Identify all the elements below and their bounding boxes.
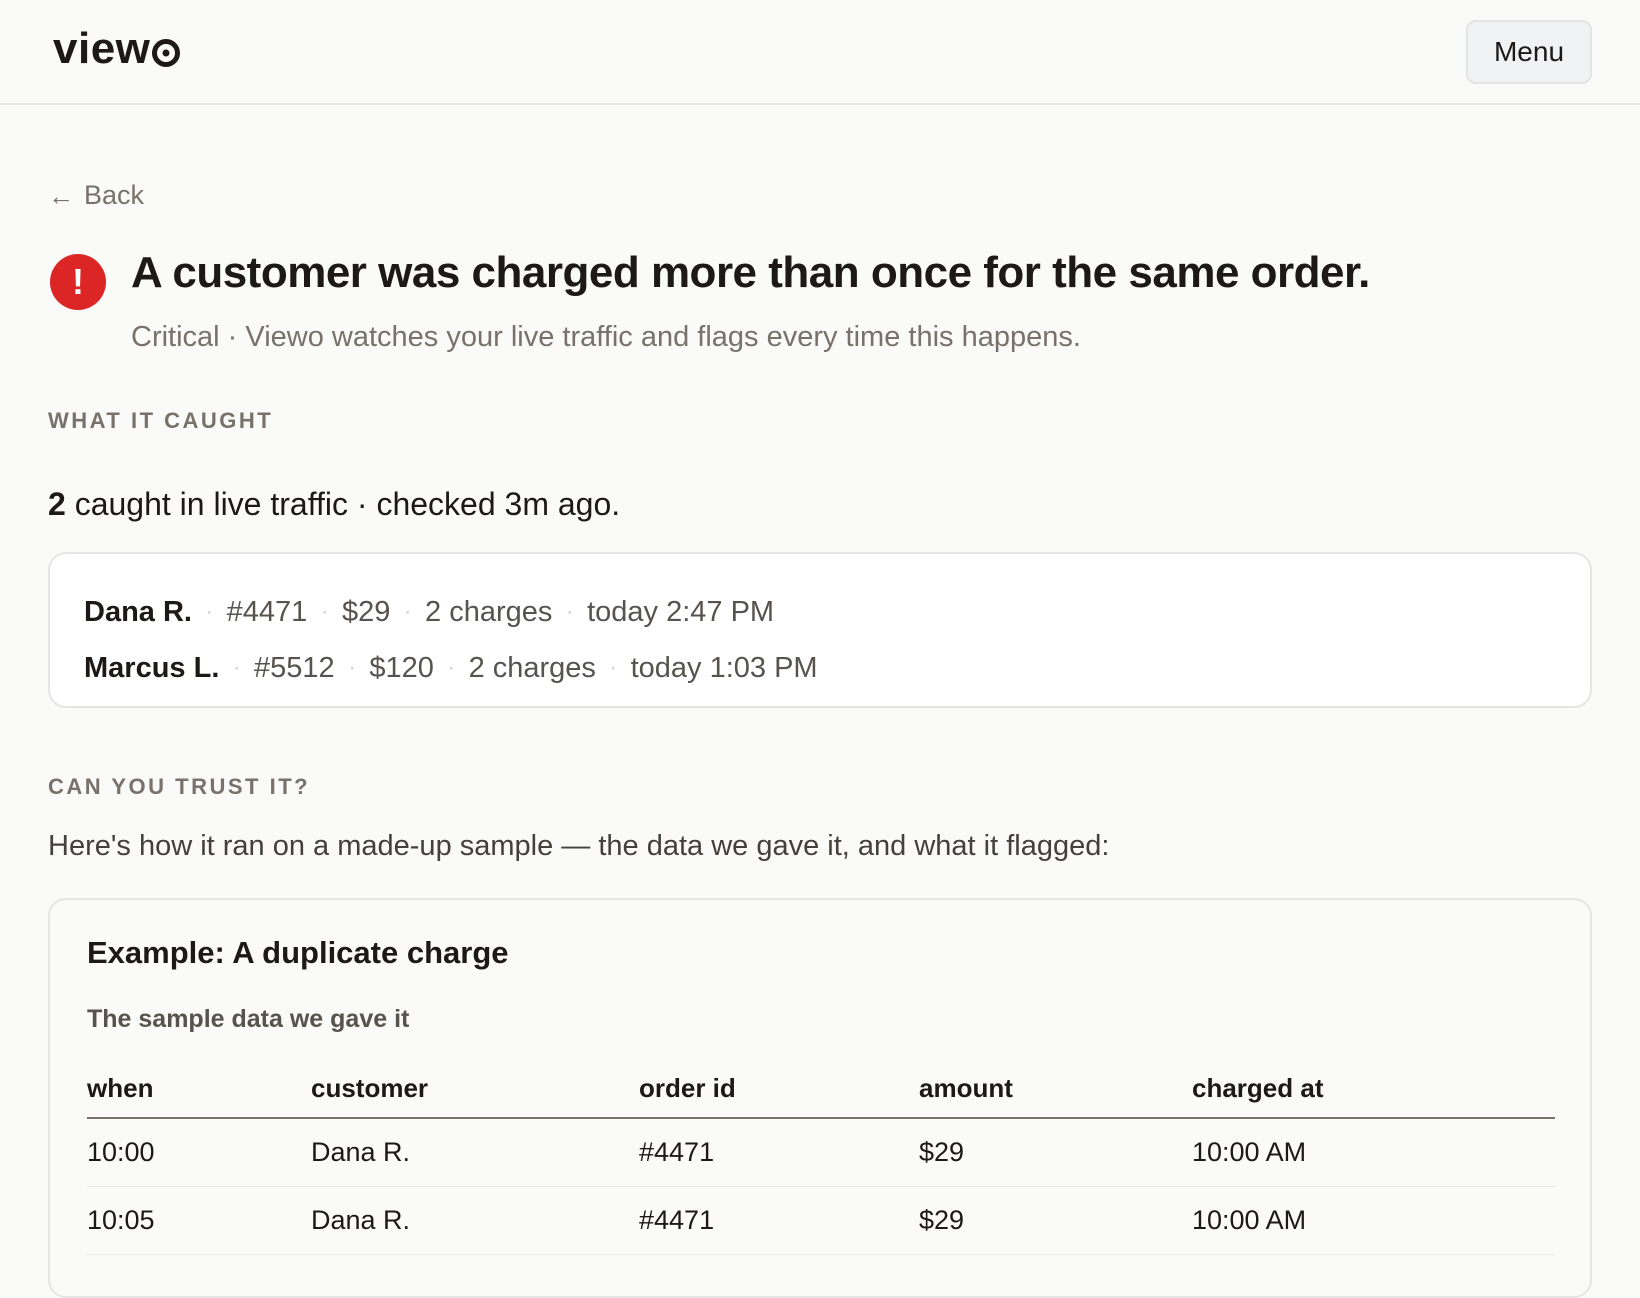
example-title: Example: A duplicate charge — [87, 935, 509, 970]
charge-count: 2 charges — [425, 595, 553, 628]
separator-dot: · — [447, 656, 455, 679]
back-label: Back — [84, 180, 145, 210]
column-header-customer: customer — [311, 1060, 639, 1119]
example-card: Example: A duplicate charge The sample d… — [48, 898, 1592, 1298]
page-subtitle: Critical · Viewo watches your live traff… — [131, 321, 1081, 353]
cell-charged-at: 10:00 AM — [1192, 1186, 1555, 1255]
charge-time: today 2:47 PM — [587, 595, 775, 628]
separator-dot: · — [348, 656, 356, 679]
column-header-when: when — [87, 1060, 311, 1119]
caught-summary: 2 caught in live traffic · checked 3m ag… — [48, 486, 620, 523]
viewo-logo[interactable]: view — [53, 24, 181, 74]
cell-charged-at: 10:00 AM — [1192, 1118, 1555, 1187]
section-label-what-it-caught: What it caught — [48, 408, 274, 433]
back-link[interactable]: ← Back — [48, 180, 144, 211]
caught-summary-text: caught in live traffic · checked 3m ago. — [65, 486, 621, 522]
separator-dot: · — [233, 656, 241, 679]
separator-dot: · — [321, 600, 328, 623]
cell-when: 10:05 — [87, 1186, 311, 1255]
page-title: A customer was charged more than once fo… — [131, 248, 1370, 297]
caught-list-card: Dana R. · #4471 · $29 · 2 charges · toda… — [48, 552, 1592, 708]
cell-order-id: #4471 — [639, 1118, 919, 1187]
order-amount: $120 — [369, 651, 434, 684]
section-label-trust: Can you trust it? — [48, 774, 311, 799]
separator-dot: · — [404, 600, 412, 623]
logo-text: view — [53, 24, 151, 73]
table-header-row: when customer order id amount charged at — [87, 1060, 1555, 1119]
order-id: #4471 — [226, 595, 308, 628]
table-row: 10:05 Dana R. #4471 $29 10:00 AM — [87, 1186, 1555, 1255]
cell-amount: $29 — [919, 1186, 1192, 1255]
cell-customer: Dana R. — [311, 1186, 639, 1255]
cell-customer: Dana R. — [311, 1118, 639, 1187]
customer-name: Marcus L. — [84, 651, 220, 684]
top-bar: view Menu — [0, 0, 1640, 105]
logo-ring-icon — [152, 39, 181, 67]
charge-time: today 1:03 PM — [630, 651, 818, 684]
cell-when: 10:00 — [87, 1118, 311, 1187]
separator-dot: · — [205, 600, 213, 623]
trust-description: Here's how it ran on a made-up sample — … — [48, 830, 1110, 862]
charge-count: 2 charges — [468, 651, 596, 684]
caught-row[interactable]: Marcus L. · #5512 · $120 · 2 charges · t… — [84, 640, 1556, 696]
order-id: #5512 — [254, 651, 335, 684]
separator-dot: · — [566, 600, 574, 623]
caught-row[interactable]: Dana R. · #4471 · $29 · 2 charges · toda… — [84, 584, 1556, 640]
column-header-charged-at: charged at — [1192, 1060, 1555, 1119]
cell-amount: $29 — [919, 1118, 1192, 1187]
order-amount: $29 — [341, 595, 391, 628]
sample-data-label: The sample data we gave it — [87, 1005, 410, 1033]
critical-alert-icon: ! — [50, 254, 106, 310]
separator-dot: · — [609, 656, 617, 679]
table-row: 10:00 Dana R. #4471 $29 10:00 AM — [87, 1118, 1555, 1187]
customer-name: Dana R. — [84, 595, 192, 628]
menu-button[interactable]: Menu — [1466, 20, 1592, 84]
caught-count: 2 — [48, 486, 66, 522]
column-header-order-id: order id — [639, 1060, 919, 1119]
sample-data-table: when customer order id amount charged at… — [87, 1060, 1555, 1255]
column-header-amount: amount — [919, 1060, 1192, 1119]
arrow-left-icon: ← — [48, 180, 74, 211]
cell-order-id: #4471 — [639, 1186, 919, 1255]
